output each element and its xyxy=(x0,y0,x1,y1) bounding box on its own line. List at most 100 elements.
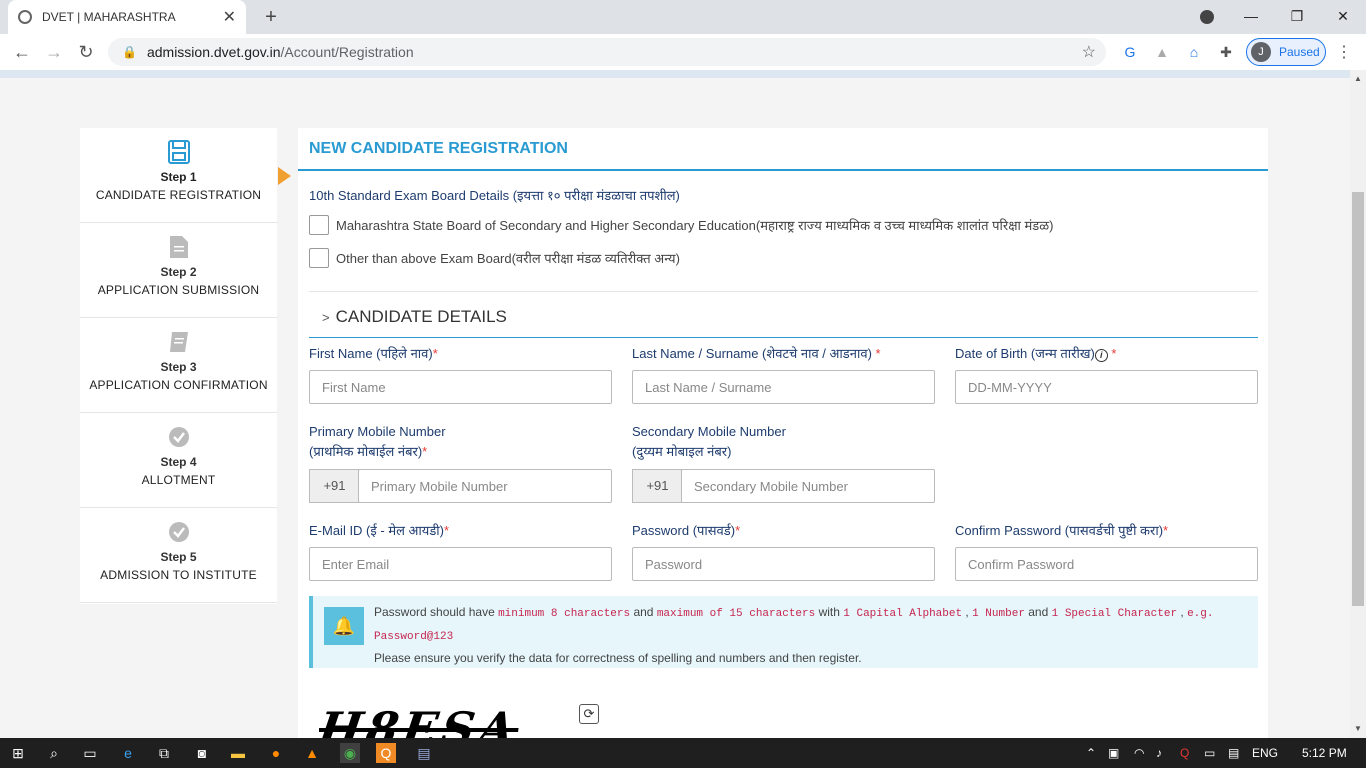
chrome-icon[interactable]: ◉ xyxy=(340,743,360,763)
checkbox[interactable] xyxy=(309,248,329,268)
notice-code: 1 Number xyxy=(972,608,1025,620)
tray-q-icon[interactable]: Q xyxy=(1180,746,1189,760)
candidate-details-toggle[interactable]: > CANDIDATE DETAILS xyxy=(322,307,507,327)
browser-toolbar: ← → ↻ 🔒 admission.dvet.gov.in /Account/R… xyxy=(0,34,1366,70)
notice-text-part: with xyxy=(815,605,844,619)
store-icon[interactable]: ⧉ xyxy=(154,743,174,763)
reload-icon[interactable]: ↻ xyxy=(74,40,98,64)
label-text: Last Name / Surname (शेवटचे नाव / आडनाव) xyxy=(632,346,876,361)
primary-mobile-input[interactable] xyxy=(358,469,612,503)
search-icon[interactable]: ⌕ xyxy=(44,743,64,763)
info-icon[interactable]: i xyxy=(1094,349,1108,362)
step-3[interactable]: Step 3 APPLICATION CONFIRMATION xyxy=(80,318,277,413)
browser-menu-icon[interactable]: ⋮ xyxy=(1336,42,1352,62)
forward-icon[interactable]: → xyxy=(42,40,66,64)
step-1[interactable]: Step 1 CANDIDATE REGISTRATION xyxy=(80,128,277,223)
heading-divider xyxy=(298,169,1268,171)
notice-text-part: and xyxy=(630,605,657,619)
email-input[interactable] xyxy=(309,547,612,581)
step-4[interactable]: Step 4 ALLOTMENT xyxy=(80,413,277,508)
task-view-icon[interactable]: ▭ xyxy=(80,743,100,763)
last-name-label: Last Name / Surname (शेवटचे नाव / आडनाव)… xyxy=(632,344,881,364)
step-number: Step 1 xyxy=(160,170,197,184)
notice-code: minimum 8 characters xyxy=(498,608,631,620)
header-band xyxy=(0,70,1350,78)
tab-search-icon[interactable] xyxy=(1200,10,1214,24)
book-icon xyxy=(169,332,188,352)
extension-a-icon[interactable]: ▲ xyxy=(1152,42,1172,62)
page-scrollbar[interactable]: ▲ ▼ xyxy=(1350,70,1366,738)
close-window-icon[interactable]: ✕ xyxy=(1320,0,1366,32)
label-text: Password (पासवर्ड) xyxy=(632,523,736,538)
password-label: Password (पासवर्ड)* xyxy=(632,521,740,541)
dob-label: Date of Birth (जन्म तारीख) i * xyxy=(955,344,1116,364)
page-content: Step 1 CANDIDATE REGISTRATION Step 2 APP… xyxy=(0,70,1350,738)
notifications-icon[interactable]: ▤ xyxy=(1228,746,1239,760)
required-mark: * xyxy=(1163,523,1169,538)
required-mark: * xyxy=(432,346,438,361)
notice-code: maximum of 15 characters xyxy=(656,608,816,620)
bookmark-star-icon[interactable]: ☆ xyxy=(1082,42,1096,62)
notice-code: 1 Capital Alphabet xyxy=(843,608,963,620)
minimize-icon[interactable]: — xyxy=(1228,0,1274,32)
label-text: Date of Birth (जन्म तारीख) xyxy=(955,346,1095,361)
file-explorer-icon[interactable]: ▬ xyxy=(228,743,248,763)
clock[interactable]: 5:12 PM xyxy=(1302,746,1347,760)
confirm-password-label: Confirm Password (पासवर्डची पुष्टी करा)* xyxy=(955,521,1168,541)
label-text-marathi: (दुय्यम मोबाइल नंबर) xyxy=(632,444,732,459)
notice-code: 1 Special Character xyxy=(1051,608,1178,620)
translate-icon[interactable]: G xyxy=(1120,42,1140,62)
board-option-maharashtra[interactable]: Maharashtra State Board of Secondary and… xyxy=(309,215,1053,235)
primary-mobile-label: Primary Mobile Number (प्राथमिक मोबाईल न… xyxy=(309,422,446,462)
step-2[interactable]: Step 2 APPLICATION SUBMISSION xyxy=(80,223,277,318)
new-tab-button[interactable]: + xyxy=(258,4,284,30)
vlc-icon[interactable]: ▲ xyxy=(302,743,322,763)
captcha-refresh-icon[interactable]: ⟳ xyxy=(579,704,599,724)
board-option-label: Maharashtra State Board of Secondary and… xyxy=(336,218,1054,233)
profile-button[interactable]: J Paused xyxy=(1246,38,1326,66)
browser-tab-bar: DVET | MAHARASHTRA ✕ + — ❐ ✕ xyxy=(0,0,1366,34)
password-input[interactable] xyxy=(632,547,935,581)
tray-app-icon[interactable]: ▣ xyxy=(1108,746,1119,760)
notepad-icon[interactable]: ▤ xyxy=(414,743,434,763)
volume-icon[interactable]: ♪ xyxy=(1156,746,1162,760)
tab-close-icon[interactable]: ✕ xyxy=(223,7,236,27)
first-name-label: First Name (पहिले नाव)* xyxy=(309,344,438,364)
extensions-puzzle-icon[interactable]: ✚ xyxy=(1216,42,1236,62)
required-mark: * xyxy=(444,523,450,538)
dob-input[interactable] xyxy=(955,370,1258,404)
step-number: Step 3 xyxy=(160,360,197,374)
board-option-other[interactable]: Other than above Exam Board(वरील परीक्षा… xyxy=(309,248,680,268)
url-host: admission.dvet.gov.in xyxy=(146,44,281,60)
notice-text-part: , xyxy=(1177,605,1188,619)
registration-form: NEW CANDIDATE REGISTRATION 10th Standard… xyxy=(298,128,1268,738)
board-option-label: Other than above Exam Board(वरील परीक्षा… xyxy=(336,251,680,266)
floppy-disk-icon xyxy=(167,140,190,164)
secondary-mobile-input[interactable] xyxy=(681,469,935,503)
first-name-input[interactable] xyxy=(309,370,612,404)
country-code-prefix: +91 xyxy=(309,469,359,503)
windows-start-icon[interactable]: ⊞ xyxy=(8,743,28,763)
browser-tab[interactable]: DVET | MAHARASHTRA ✕ xyxy=(8,0,246,34)
language-indicator[interactable]: ENG xyxy=(1252,746,1278,760)
battery-icon[interactable]: ▭ xyxy=(1204,746,1215,760)
extension-b-icon[interactable]: ⌂ xyxy=(1184,42,1204,62)
scroll-up-icon[interactable]: ▲ xyxy=(1354,74,1362,83)
confirm-password-input[interactable] xyxy=(955,547,1258,581)
network-icon[interactable]: ◠ xyxy=(1134,746,1144,760)
step-5[interactable]: Step 5 ADMISSION TO INSTITUTE xyxy=(80,508,277,603)
address-bar[interactable]: 🔒 admission.dvet.gov.in /Account/Registr… xyxy=(108,38,1106,66)
profile-status: Paused xyxy=(1279,45,1320,59)
back-icon[interactable]: ← xyxy=(10,40,34,64)
scroll-down-icon[interactable]: ▼ xyxy=(1354,724,1362,733)
last-name-input[interactable] xyxy=(632,370,935,404)
restore-icon[interactable]: ❐ xyxy=(1274,0,1320,32)
checkbox[interactable] xyxy=(309,215,329,235)
app-q-icon[interactable]: Q xyxy=(376,743,396,763)
scroll-thumb[interactable] xyxy=(1352,192,1364,606)
tray-expand-icon[interactable]: ⌃ xyxy=(1086,746,1096,760)
edge-icon[interactable]: e xyxy=(118,743,138,763)
camera-icon[interactable]: ◙ xyxy=(192,743,212,763)
site-favicon-icon xyxy=(18,10,32,24)
firefox-icon[interactable]: ● xyxy=(266,743,286,763)
